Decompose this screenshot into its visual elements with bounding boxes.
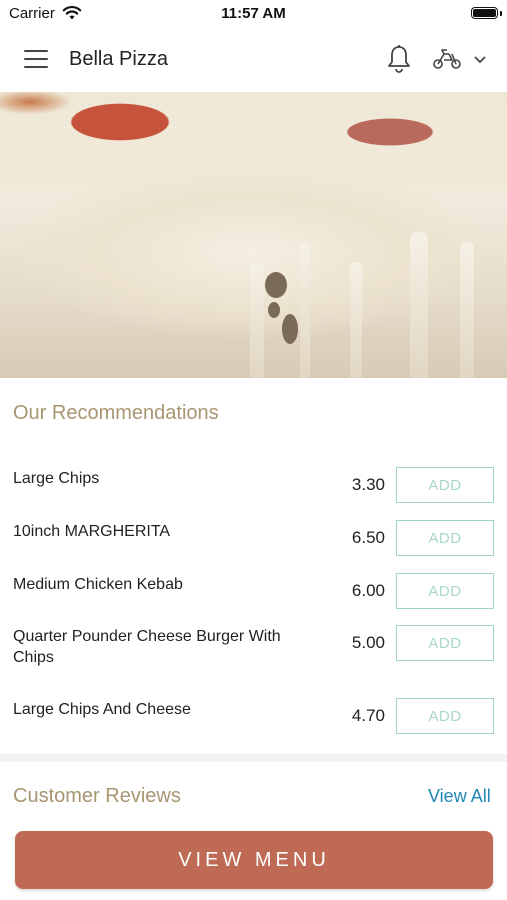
view-all-link[interactable]: View All	[428, 786, 491, 807]
chevron-down-icon[interactable]	[474, 56, 486, 64]
item-price: 6.00	[351, 581, 385, 600]
item-name: 10inch MARGHERITA	[13, 523, 171, 540]
item-name: Quarter Pounder Cheese Burger With Chips	[13, 628, 281, 666]
add-button[interactable]: ADD	[396, 467, 494, 503]
item-price: 5.00	[351, 633, 385, 652]
menu-icon[interactable]	[24, 50, 48, 68]
item-price: 3.30	[351, 475, 385, 494]
status-bar: Carrier 11:57 AM	[0, 0, 507, 28]
reviews-title: Customer Reviews	[13, 785, 181, 807]
recommendations-title: Our Recommendations	[13, 402, 219, 424]
hero-pizza-image	[0, 92, 507, 378]
battery-icon	[471, 7, 498, 19]
item-name: Medium Chicken Kebab	[13, 576, 183, 593]
item-price: 4.70	[351, 706, 385, 725]
status-time: 11:57 AM	[221, 5, 286, 22]
bell-icon[interactable]	[386, 44, 412, 74]
item-name: Large Chips And Cheese	[13, 701, 191, 718]
app-title: Bella Pizza	[69, 48, 168, 70]
add-button[interactable]: ADD	[396, 573, 494, 609]
app-header: Bella Pizza	[0, 28, 507, 92]
add-button[interactable]: ADD	[396, 625, 494, 661]
item-name: Large Chips	[13, 470, 100, 487]
view-menu-button[interactable]: VIEW MENU	[15, 831, 493, 889]
section-divider	[0, 754, 507, 762]
add-button[interactable]: ADD	[396, 520, 494, 556]
add-button[interactable]: ADD	[396, 698, 494, 734]
item-price: 6.50	[351, 528, 385, 547]
battery-tip	[500, 11, 502, 16]
scooter-icon[interactable]	[432, 48, 462, 70]
